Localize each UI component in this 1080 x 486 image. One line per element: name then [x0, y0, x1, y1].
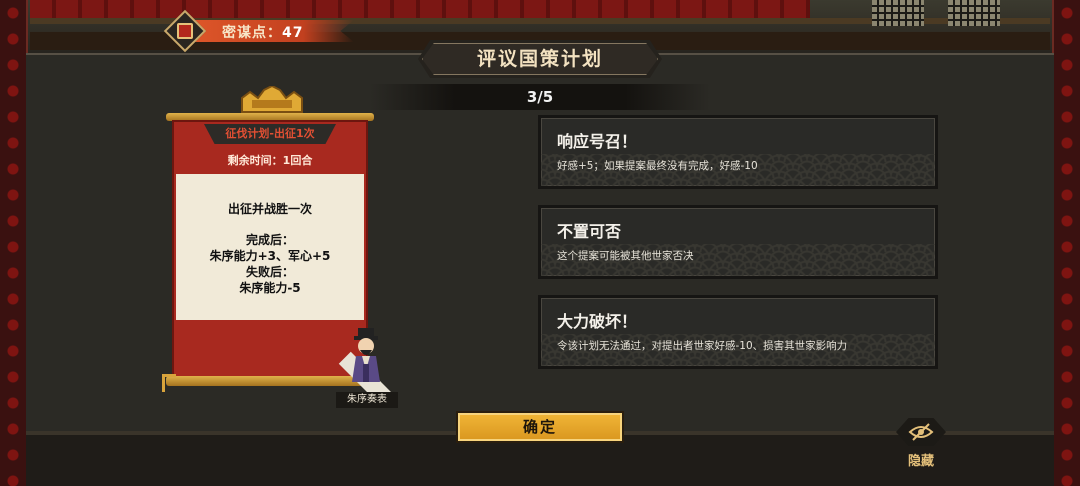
lattice-window — [872, 0, 924, 26]
scroll-crown-ornament — [241, 86, 303, 113]
plan-card-body: 出征并战胜一次 完成后： 朱序能力+3、军心+5 失败后： 朱序能力-5 — [176, 174, 364, 320]
eye-hidden-icon — [908, 423, 934, 441]
scroll-bottom-rod — [166, 376, 374, 386]
palace-wall — [30, 0, 810, 18]
failure-label: 失败后： — [245, 265, 294, 279]
currency-display: 密谋点：47 — [163, 9, 360, 53]
plan-goal: 出征并战胜一次 — [227, 202, 312, 216]
plan-title: 征伐计划-出征1次 — [204, 124, 336, 144]
option-title: 不置可否 — [557, 222, 622, 241]
confirm-button[interactable]: 确定 — [456, 411, 624, 443]
option-neutral[interactable]: 不置可否 这个提案可能被其他世家否决 — [538, 205, 938, 279]
official-portrait-icon — [352, 328, 380, 382]
progress-counter: 3/5 — [526, 88, 554, 106]
option-title: 大力破坏！ — [557, 312, 638, 331]
option-description: 令该计划无法通过，对提出者世家好感-10、损害其世家影响力 — [557, 340, 848, 352]
option-respond[interactable]: 响应号召！ 好感+5；如果提案最终没有完成，好感-10 — [538, 115, 938, 189]
scroll-seal-icon — [163, 9, 207, 53]
page-title: 评议国策计划 — [476, 48, 603, 70]
failure-effect: 朱序能力-5 — [239, 281, 301, 295]
right-border — [1052, 0, 1080, 486]
option-description: 好感+5；如果提案最终没有完成，好感-10 — [557, 160, 758, 172]
success-effect: 朱序能力+3、军心+5 — [209, 249, 331, 263]
left-border — [0, 0, 28, 486]
option-title: 响应号召！ — [557, 132, 638, 151]
option-description: 这个提案可能被其他世家否决 — [557, 250, 694, 262]
proposer-name: 朱序奏表 — [336, 392, 398, 408]
option-sabotage[interactable]: 大力破坏！ 令该计划无法通过，对提出者世家好感-10、损害其世家影响力 — [538, 295, 938, 369]
currency-label-text: 密谋点： — [222, 25, 282, 41]
currency-label: 密谋点：47 — [222, 22, 303, 42]
success-label: 完成后： — [245, 233, 294, 247]
plan-results: 完成后： 朱序能力+3、军心+5 失败后： 朱序能力-5 — [176, 232, 364, 296]
scroll-curl — [162, 374, 176, 392]
currency-value: 47 — [282, 25, 304, 41]
lattice-window — [948, 0, 1000, 26]
hide-label: 隐藏 — [907, 454, 934, 469]
remaining-time: 剩余时间：1回合 — [227, 154, 313, 167]
hide-button[interactable]: 隐藏 — [896, 418, 946, 469]
plan-card: 征伐计划-出征1次 剩余时间：1回合 出征并战胜一次 完成后： 朱序能力+3、军… — [172, 120, 368, 378]
